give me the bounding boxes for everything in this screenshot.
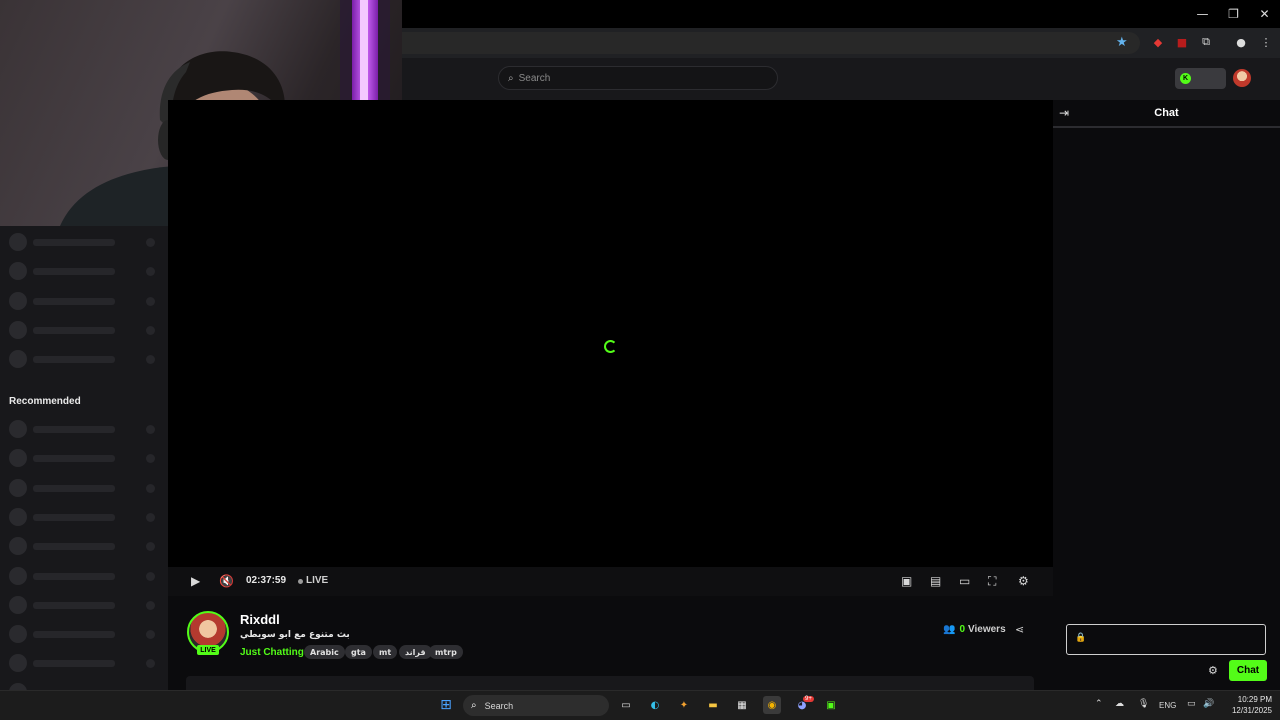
sidebar-skeleton-item xyxy=(9,449,159,467)
network-icon[interactable]: ▭ xyxy=(1187,699,1196,709)
stream-title: بث متنوع مع ابو سويطي xyxy=(240,630,350,640)
kick-logo-icon: K xyxy=(1180,73,1191,84)
sidebar-skeleton-item xyxy=(9,321,159,339)
loading-spinner-icon xyxy=(604,340,617,353)
store-icon[interactable]: ▦ xyxy=(733,696,751,714)
taskbar-search[interactable]: ⌕ Search xyxy=(463,695,609,716)
elapsed-time: 02:37:59 xyxy=(246,575,287,586)
sidebar-skeleton-item xyxy=(9,262,159,280)
sidebar-skeleton-item xyxy=(9,508,159,526)
chat-send-button[interactable]: Chat xyxy=(1229,660,1267,681)
sidebar-skeleton-item xyxy=(9,233,159,251)
category-link[interactable]: Just Chatting xyxy=(240,647,304,658)
live-badge: LIVE xyxy=(197,645,219,655)
streamer-name[interactable]: Rixddl xyxy=(240,612,280,627)
kick-app-icon[interactable]: ▣ xyxy=(822,696,840,714)
viewer-number: 0 xyxy=(959,624,966,635)
viewers-icon: 👥 xyxy=(943,624,956,635)
clock-time: 10:29 PM xyxy=(1237,695,1272,704)
share-icon[interactable]: ⋖ xyxy=(1015,623,1024,636)
sidebar-skeleton-item xyxy=(9,654,159,672)
restore-button[interactable]: ❐ xyxy=(1218,0,1249,28)
clip-icon[interactable]: ▤ xyxy=(930,574,941,588)
tag[interactable]: gta xyxy=(345,645,372,659)
edge-icon[interactable]: ◐ xyxy=(646,696,664,714)
viewer-count: 👥 0 Viewers xyxy=(943,624,1006,635)
search-icon: ⌕ xyxy=(508,72,514,84)
sidebar-skeleton-item xyxy=(9,350,159,368)
onedrive-icon[interactable]: ☁ xyxy=(1115,699,1124,709)
sidebar-skeleton-item xyxy=(9,479,159,497)
search-icon: ⌕ xyxy=(471,700,477,711)
window-controls: — ❐ ✕ xyxy=(1187,0,1280,28)
search-input[interactable] xyxy=(518,72,759,84)
bookmark-star-icon[interactable]: ★ xyxy=(1116,35,1128,50)
live-label: LIVE xyxy=(306,575,329,586)
sidebar-skeleton-item xyxy=(9,683,159,690)
pip-icon[interactable]: ▣ xyxy=(901,574,912,588)
tag[interactable]: قراند xyxy=(399,645,432,659)
fullscreen-icon[interactable]: ⛶ xyxy=(988,574,996,588)
chrome-icon[interactable]: ◉ xyxy=(763,696,781,714)
tag[interactable]: mt xyxy=(373,645,398,659)
left-sidebar: Recommended xyxy=(0,226,168,690)
taskbar-search-label: Search xyxy=(484,700,514,711)
close-button[interactable]: ✕ xyxy=(1249,0,1280,28)
task-view-icon[interactable]: ▭ xyxy=(617,696,635,714)
chat-panel xyxy=(1053,100,1280,690)
play-icon[interactable]: ▶ xyxy=(191,574,200,588)
microphone-icon[interactable]: 🎙 xyxy=(1138,699,1149,709)
sidebar-skeleton-item xyxy=(9,420,159,438)
lock-icon: 🔒 xyxy=(1075,633,1087,643)
discord-badge: 9+ xyxy=(803,696,814,702)
sidebar-skeleton-item xyxy=(9,292,159,310)
screen: — ❐ ✕ ★ ◆ ■ ⧉ ● ⋮ ⌕ K Recommended xyxy=(0,0,1280,720)
minimize-button[interactable]: — xyxy=(1187,0,1218,28)
language-indicator[interactable]: ENG xyxy=(1159,701,1176,710)
extension-icon[interactable]: ■ xyxy=(1175,35,1189,49)
search-box[interactable]: ⌕ xyxy=(498,66,778,90)
extension-icon[interactable]: ◆ xyxy=(1151,35,1165,49)
tag[interactable]: Arabic xyxy=(304,645,345,659)
mute-icon[interactable]: 🔇 xyxy=(219,574,234,588)
puzzle-icon[interactable]: ⧉ xyxy=(1199,35,1213,49)
taskbar xyxy=(0,690,1280,720)
chat-settings-icon[interactable]: ⚙ xyxy=(1208,664,1218,677)
address-bar[interactable] xyxy=(402,32,1140,54)
profile-icon[interactable]: ● xyxy=(1234,35,1248,49)
sidebar-skeleton-item xyxy=(9,537,159,555)
sidebar-skeleton-item xyxy=(9,567,159,585)
sidebar-skeleton-item xyxy=(9,596,159,614)
tag[interactable]: mtrp xyxy=(429,645,463,659)
windows-start-icon[interactable]: ⊞ xyxy=(437,696,455,714)
copilot-icon[interactable]: ✦ xyxy=(675,696,693,714)
recommended-heading: Recommended xyxy=(9,396,81,407)
chat-title: Chat xyxy=(1154,107,1179,119)
sidebar-skeleton-item xyxy=(9,625,159,643)
system-clock[interactable]: 10:29 PM 12/31/2025 xyxy=(1222,694,1272,716)
chat-input[interactable] xyxy=(1066,624,1266,655)
user-avatar[interactable] xyxy=(1233,69,1251,87)
viewer-label: Viewers xyxy=(968,624,1006,635)
file-explorer-icon[interactable]: ▬ xyxy=(704,696,722,714)
video-player[interactable] xyxy=(168,100,1053,567)
more-menu-icon[interactable]: ⋮ xyxy=(1259,35,1273,49)
live-indicator-dot xyxy=(298,579,303,584)
tray-overflow-icon[interactable]: ⌃ xyxy=(1095,699,1103,709)
clock-date: 12/31/2025 xyxy=(1231,706,1272,715)
theater-icon[interactable]: ▭ xyxy=(959,574,970,588)
about-panel xyxy=(186,676,1034,690)
volume-icon[interactable]: 🔊 xyxy=(1203,699,1214,709)
settings-icon[interactable]: ⚙ xyxy=(1018,574,1029,588)
kick-toggle[interactable]: K xyxy=(1175,68,1226,89)
